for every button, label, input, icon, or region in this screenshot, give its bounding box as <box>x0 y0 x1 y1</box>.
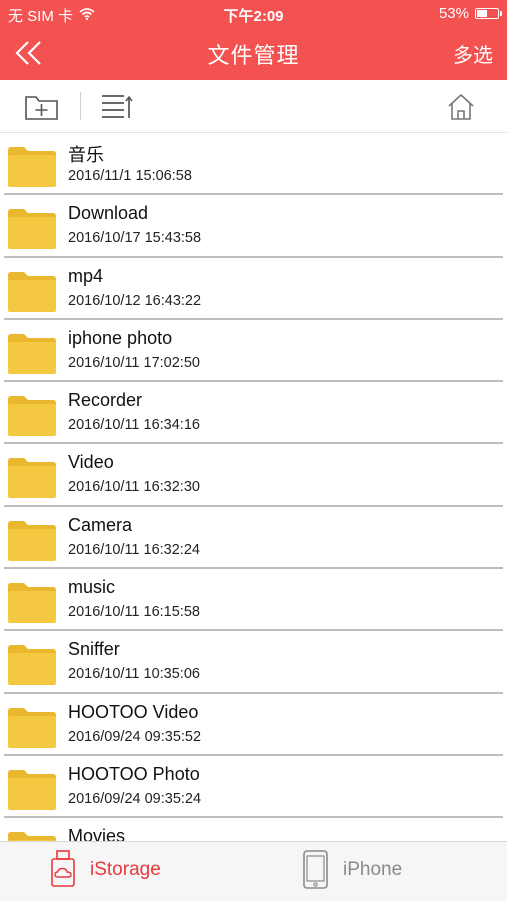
list-item[interactable]: Video 2016/10/11 16:32:30 <box>4 444 503 507</box>
file-name: Sniffer <box>68 639 120 660</box>
file-date: 2016/10/11 16:15:58 <box>68 604 200 621</box>
home-icon <box>448 93 474 120</box>
new-folder-button[interactable] <box>24 92 60 127</box>
file-date: 2016/10/11 16:32:30 <box>68 479 200 496</box>
folder-icon <box>8 769 56 815</box>
file-date: 2016/10/11 16:32:24 <box>68 541 200 558</box>
file-name: HOOTOO Photo <box>68 763 200 784</box>
folder-icon <box>8 271 56 317</box>
list-item[interactable]: mp4 2016/10/12 16:43:22 <box>4 258 503 320</box>
phone-icon <box>302 850 330 895</box>
file-name: Movies <box>68 826 126 841</box>
file-name: Download <box>68 203 149 224</box>
file-date: 2016/09/24 09:35:52 <box>68 728 202 745</box>
folder-icon <box>8 396 56 441</box>
tab-iphone[interactable]: iPhone <box>253 842 506 901</box>
list-item[interactable]: Sniffer 2016/10/11 10:35:06 <box>4 631 503 694</box>
list-item[interactable]: iphone photo 2016/10/11 17:02:50 <box>4 320 503 383</box>
file-date: 2016/10/11 16:34:16 <box>68 417 200 434</box>
list-item[interactable]: Camera 2016/10/11 16:32:24 <box>4 507 503 570</box>
folder-icon <box>8 832 56 841</box>
list-item[interactable]: Movies <box>4 818 503 841</box>
tab-bar: iStorage iPhone <box>0 841 507 901</box>
file-date: 2016/10/11 17:02:50 <box>68 354 200 371</box>
status-right: 53% <box>438 5 502 22</box>
file-name: iphone photo <box>68 327 173 348</box>
file-date: 2016/10/17 15:43:58 <box>68 230 202 247</box>
battery-percent: 53% <box>438 5 469 22</box>
file-list: 音乐 2016/11/1 15:06:58 Download 2016/10/17 1… <box>0 133 507 841</box>
multi-select-button[interactable]: 多选 <box>453 39 493 68</box>
toolbar-divider <box>80 92 81 120</box>
list-item[interactable]: music 2016/10/11 16:15:58 <box>4 569 503 632</box>
file-name: 音乐 <box>68 145 104 165</box>
folder-icon <box>8 333 56 379</box>
file-name: Video <box>68 452 114 473</box>
top-bar: 无 SIM 卡 下午2:09 53% 文件管理 多选 <box>0 0 507 80</box>
page-title: 文件管理 <box>207 43 300 68</box>
clock: 下午2:09 <box>223 8 284 25</box>
toolbar <box>0 80 507 133</box>
folder-icon <box>8 707 56 753</box>
battery-icon <box>475 8 502 19</box>
folder-icon <box>8 520 56 566</box>
folder-icon <box>8 147 56 192</box>
list-item[interactable]: HOOTOO Video 2016/09/24 09:35:52 <box>4 694 503 756</box>
list-item[interactable]: Download 2016/10/17 15:43:58 <box>4 195 503 258</box>
file-name: mp4 <box>68 265 104 286</box>
storage-device-icon <box>50 850 76 893</box>
folder-icon <box>8 209 56 254</box>
file-date: 2016/10/11 10:35:06 <box>68 666 200 683</box>
tab-istorage-label: iStorage <box>90 859 161 880</box>
file-date: 2016/10/12 16:43:22 <box>68 292 202 309</box>
new-folder-icon <box>25 96 58 120</box>
file-name: Camera <box>68 514 133 535</box>
folder-icon <box>8 645 56 690</box>
list-item[interactable]: HOOTOO Photo 2016/09/24 09:35:24 <box>4 756 503 819</box>
file-date: 2016/11/1 15:06:58 <box>68 168 192 184</box>
file-name: HOOTOO Video <box>68 701 199 722</box>
tab-iphone-label: iPhone <box>343 859 403 880</box>
list-item[interactable]: Recorder 2016/10/11 16:34:16 <box>4 382 503 445</box>
file-name: music <box>68 577 116 598</box>
folder-icon <box>8 458 56 503</box>
sort-list-icon <box>102 95 133 118</box>
folder-icon <box>8 583 56 628</box>
status-bar: 无 SIM 卡 下午2:09 53% <box>0 0 507 28</box>
battery-level <box>477 10 488 17</box>
sort-button[interactable] <box>100 92 134 127</box>
tab-istorage[interactable]: iStorage <box>0 842 253 901</box>
list-item[interactable]: 音乐 2016/11/1 15:06:58 <box>4 133 503 196</box>
file-name: Recorder <box>68 390 143 411</box>
file-date: 2016/09/24 09:35:24 <box>68 790 202 807</box>
home-button[interactable] <box>446 92 476 127</box>
